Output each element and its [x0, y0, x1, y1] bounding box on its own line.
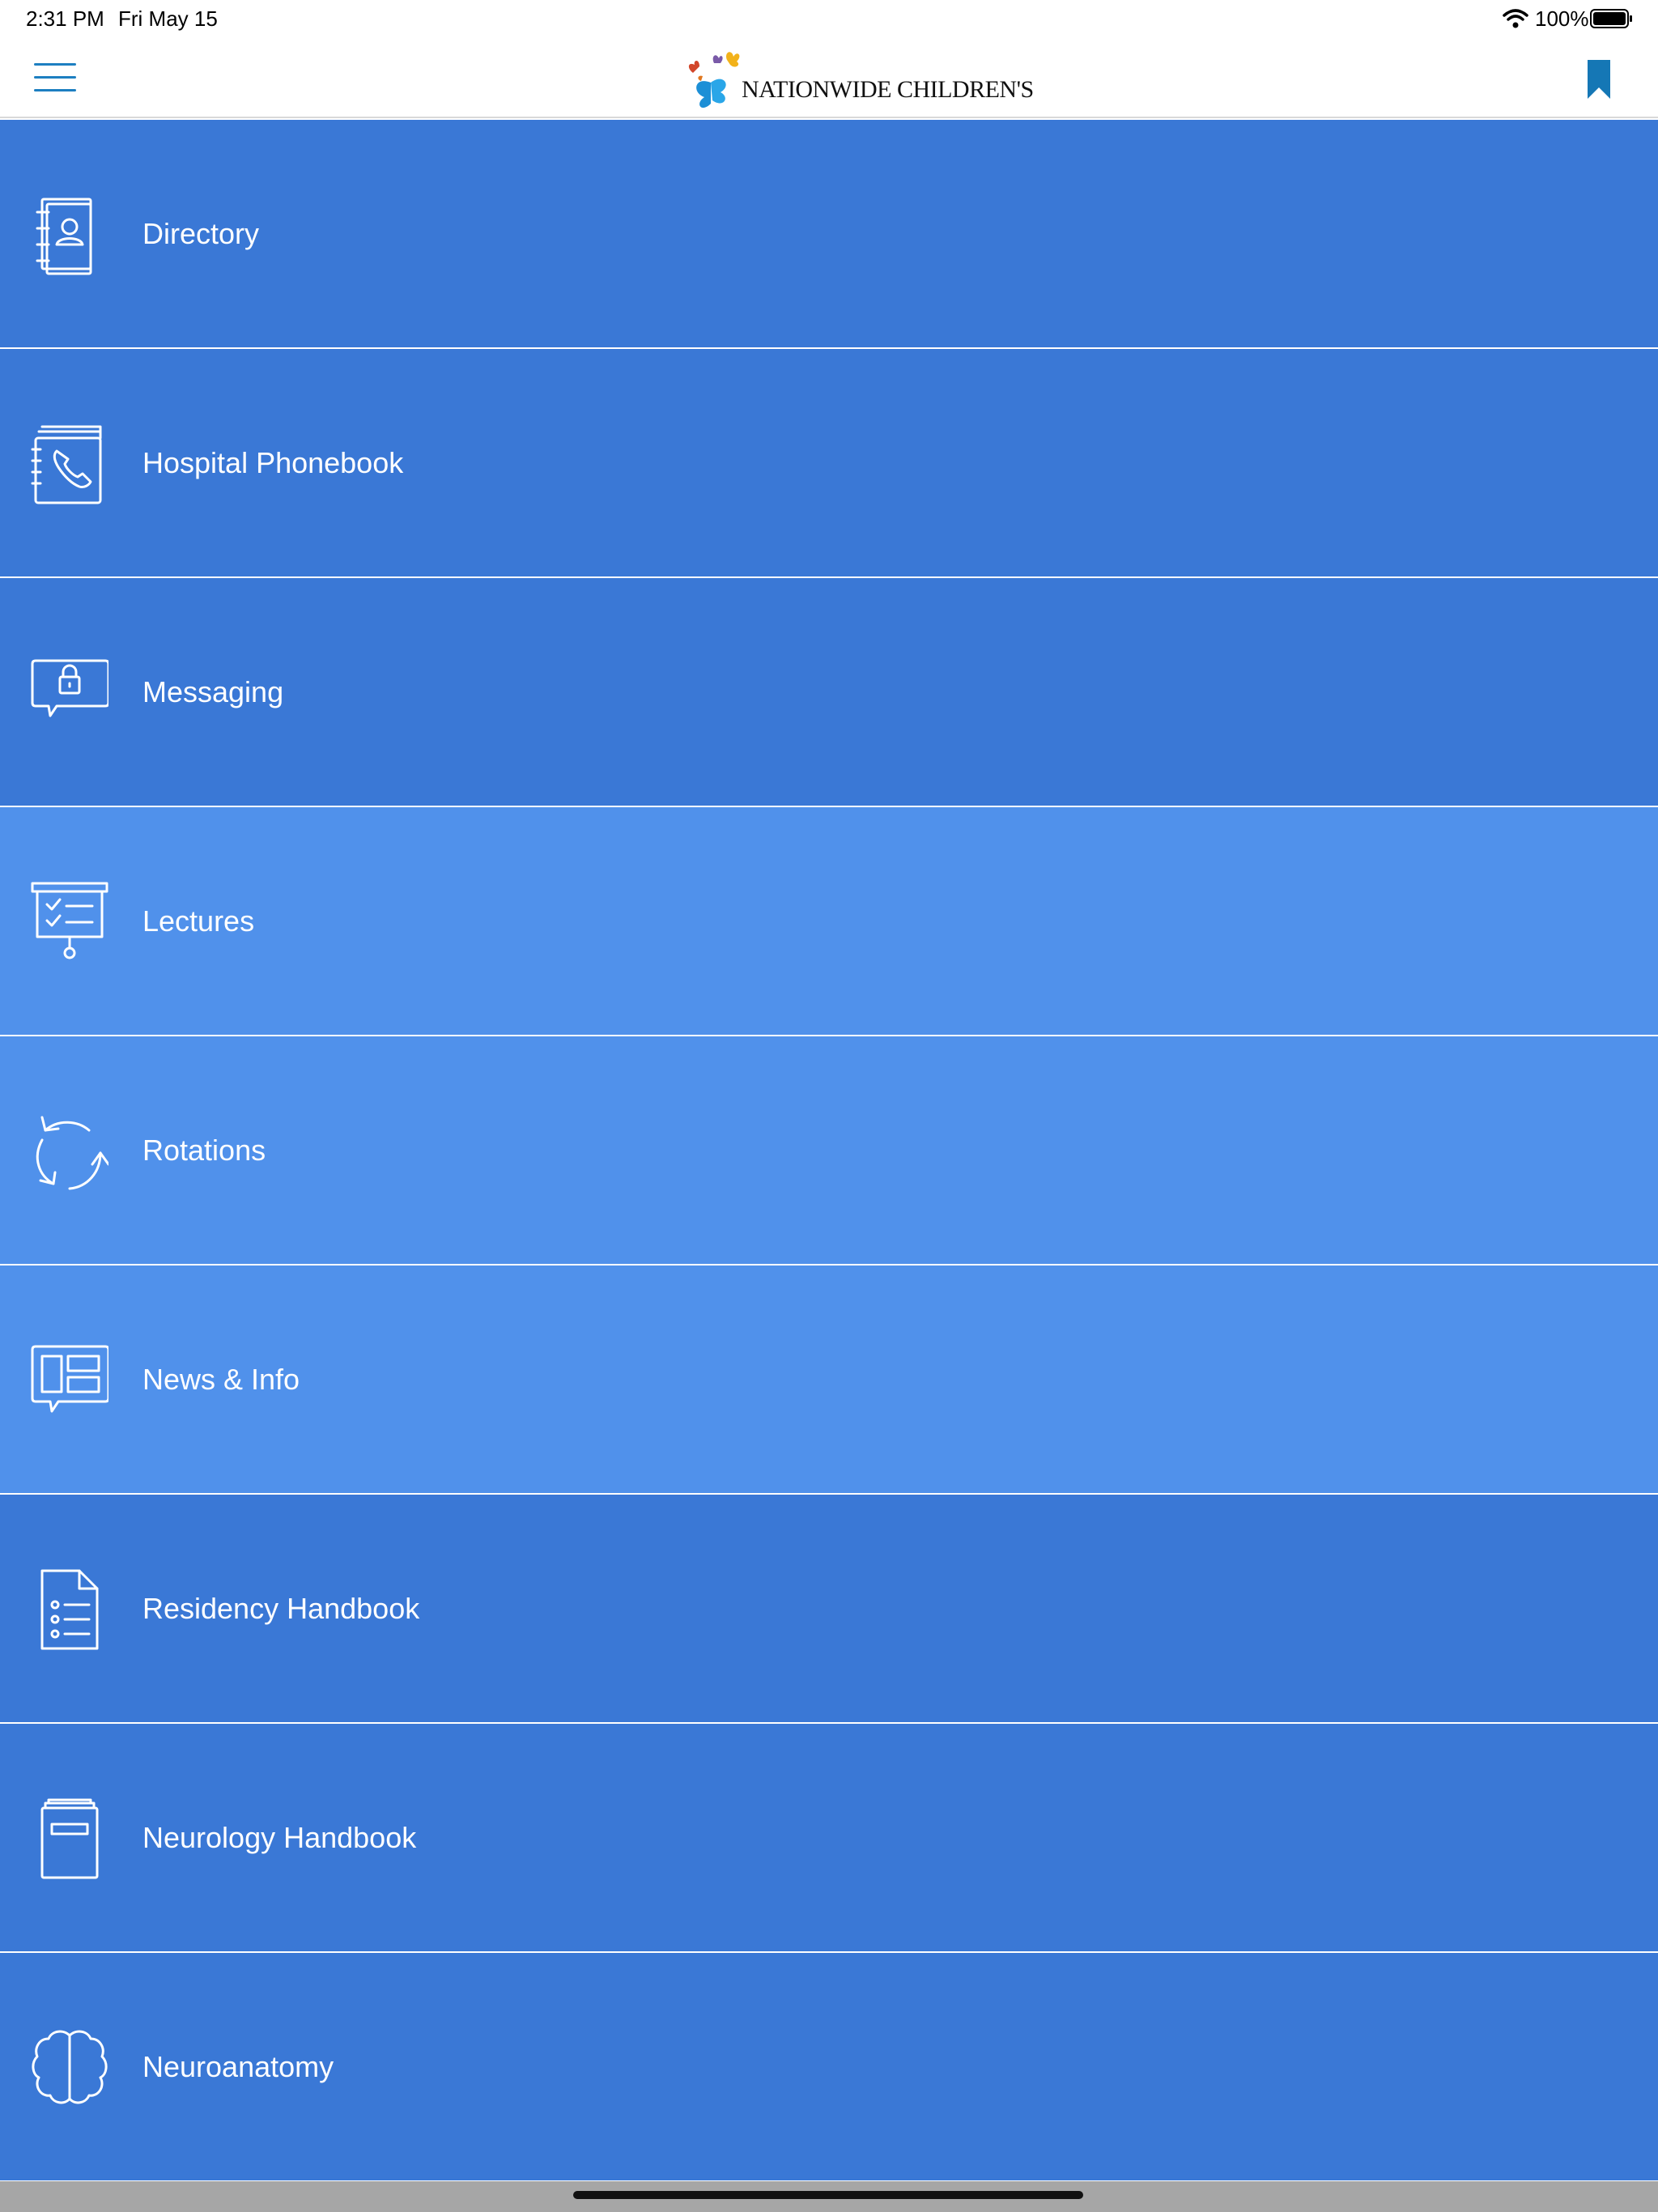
book-icon: [40, 1798, 99, 1879]
hamburger-line: [34, 89, 76, 91]
top-navigation-bar: NATIONWIDE CHILDREN'S: [0, 37, 1658, 118]
presentation-board-icon: [31, 882, 108, 959]
butterflies-logo-icon: [688, 52, 740, 108]
home-indicator-area: [0, 2181, 1658, 2212]
document-list-icon: [40, 1569, 99, 1650]
home-indicator[interactable]: [573, 2191, 1083, 2199]
nationwide-childrens-logo: NATIONWIDE CHILDREN'S: [687, 44, 1034, 112]
menu-item-neurology-handbook[interactable]: Neurology Handbook: [0, 1724, 1658, 1953]
menu-item-rotations[interactable]: Rotations: [0, 1036, 1658, 1266]
status-date: Fri May 15: [118, 6, 218, 31]
bookmark-button[interactable]: [1585, 58, 1613, 100]
directory-contact-book-icon: [36, 198, 92, 275]
menu-item-label: Neuroanatomy: [142, 2050, 334, 2083]
status-time: 2:31 PM: [26, 6, 104, 31]
menu-item-hospital-phonebook[interactable]: Hospital Phonebook: [0, 349, 1658, 578]
menu-item-label: Residency Handbook: [142, 1592, 420, 1625]
logo-text: NATIONWIDE CHILDREN'S: [742, 76, 1034, 103]
phonebook-icon: [31, 425, 102, 504]
menu-item-neuroanatomy[interactable]: Neuroanatomy: [0, 1953, 1658, 2182]
battery-icon: [1590, 9, 1632, 28]
brain-icon: [32, 2030, 108, 2104]
menu-item-messaging[interactable]: Messaging: [0, 578, 1658, 807]
menu-item-label: Hospital Phonebook: [142, 446, 404, 479]
menu-item-label: Messaging: [142, 675, 284, 708]
hamburger-menu-button[interactable]: [34, 62, 76, 94]
battery-percentage: 100%: [1535, 6, 1589, 31]
menu-item-news-info[interactable]: News & Info: [0, 1266, 1658, 1495]
menu-item-residency-handbook[interactable]: Residency Handbook: [0, 1495, 1658, 1724]
hamburger-line: [34, 76, 76, 79]
menu-item-label: Rotations: [142, 1134, 266, 1167]
menu-item-label: News & Info: [142, 1363, 300, 1396]
main-menu-list: Directory Hospital Phonebook Messaging L…: [0, 120, 1658, 2182]
menu-item-directory[interactable]: Directory: [0, 120, 1658, 349]
secure-message-icon: [31, 659, 108, 717]
status-bar: 2:31 PM Fri May 15 100%: [0, 0, 1658, 37]
menu-item-label: Neurology Handbook: [142, 1821, 417, 1854]
wifi-icon: [1503, 9, 1528, 28]
hamburger-line: [34, 63, 76, 66]
menu-item-label: Lectures: [142, 904, 255, 938]
news-icon: [31, 1345, 108, 1413]
menu-item-lectures[interactable]: Lectures: [0, 807, 1658, 1036]
menu-item-label: Directory: [142, 217, 260, 250]
rotation-arrows-icon: [36, 1116, 108, 1190]
